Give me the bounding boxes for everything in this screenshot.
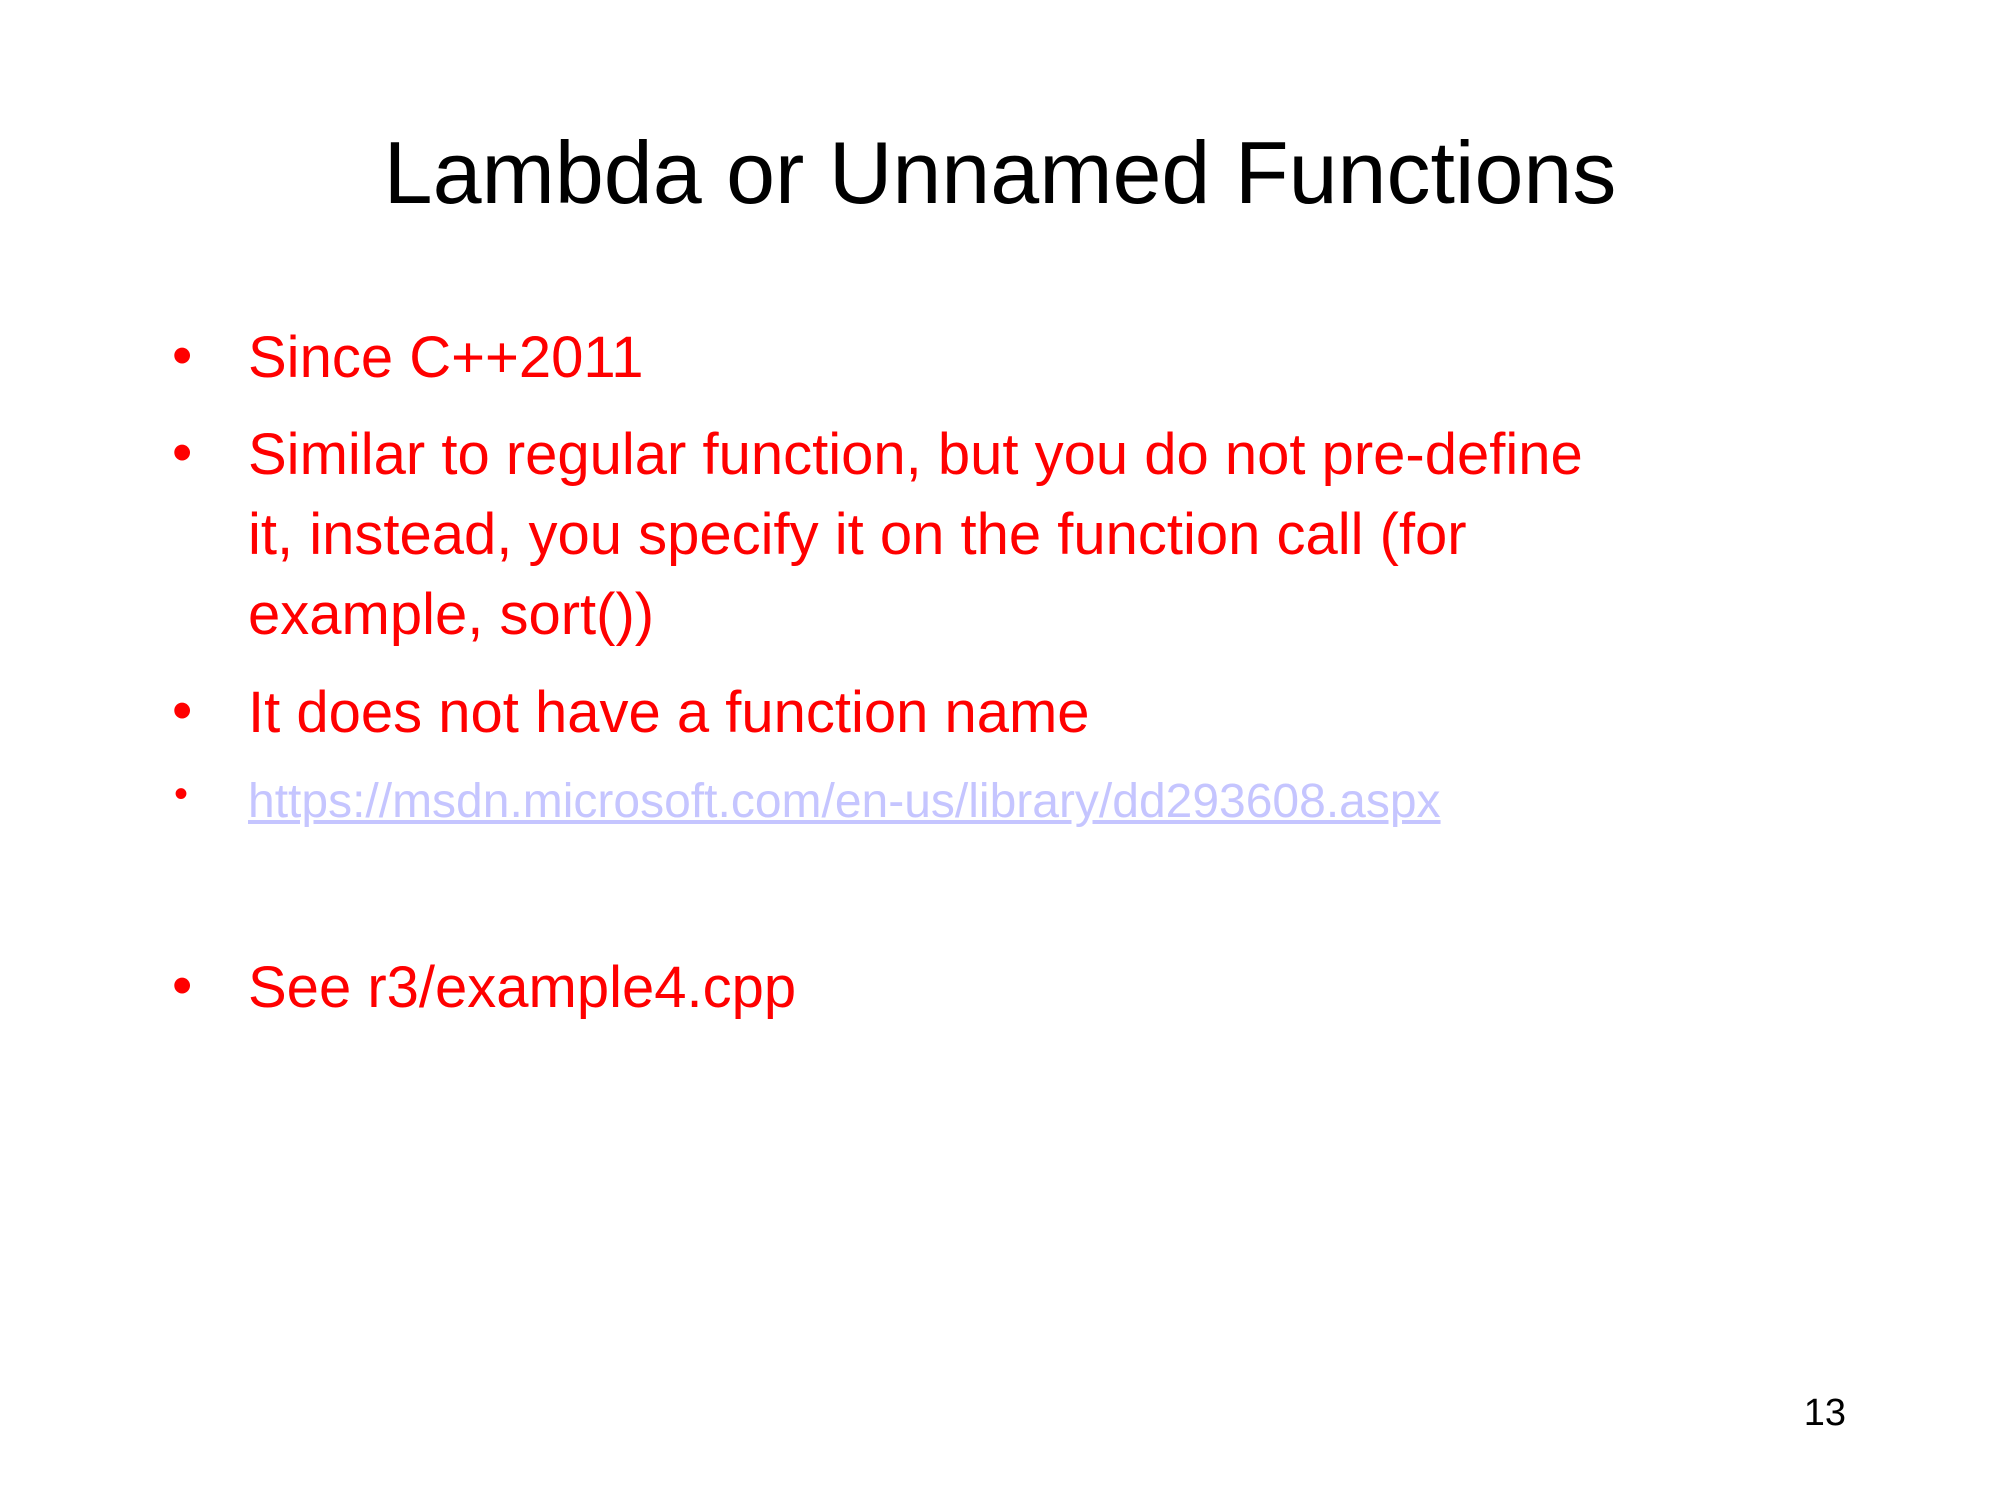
bullet-text: It does not have a function name [248, 680, 1090, 745]
bullet-marker: • [172, 678, 193, 743]
bullet-text: Since C++2011 [248, 325, 644, 390]
bullet-text: See r3/example4.cpp [248, 955, 797, 1020]
bullet-text: Similar to regular function, but you do … [248, 422, 1583, 647]
bullet-marker: • [172, 420, 193, 485]
bullet-marker: • [172, 953, 193, 1018]
msdn-link[interactable]: https://msdn.microsoft.com/en-us/library… [248, 772, 1848, 832]
bullet-marker: • [172, 323, 193, 388]
bullet-list: • Since C++2011 • Similar to regular fun… [0, 0, 2000, 1500]
page-number: 13 [1803, 1392, 1846, 1434]
slide: Lambda or Unnamed Functions • Since C++2… [0, 0, 2000, 1500]
bullet-marker: • [174, 772, 189, 816]
